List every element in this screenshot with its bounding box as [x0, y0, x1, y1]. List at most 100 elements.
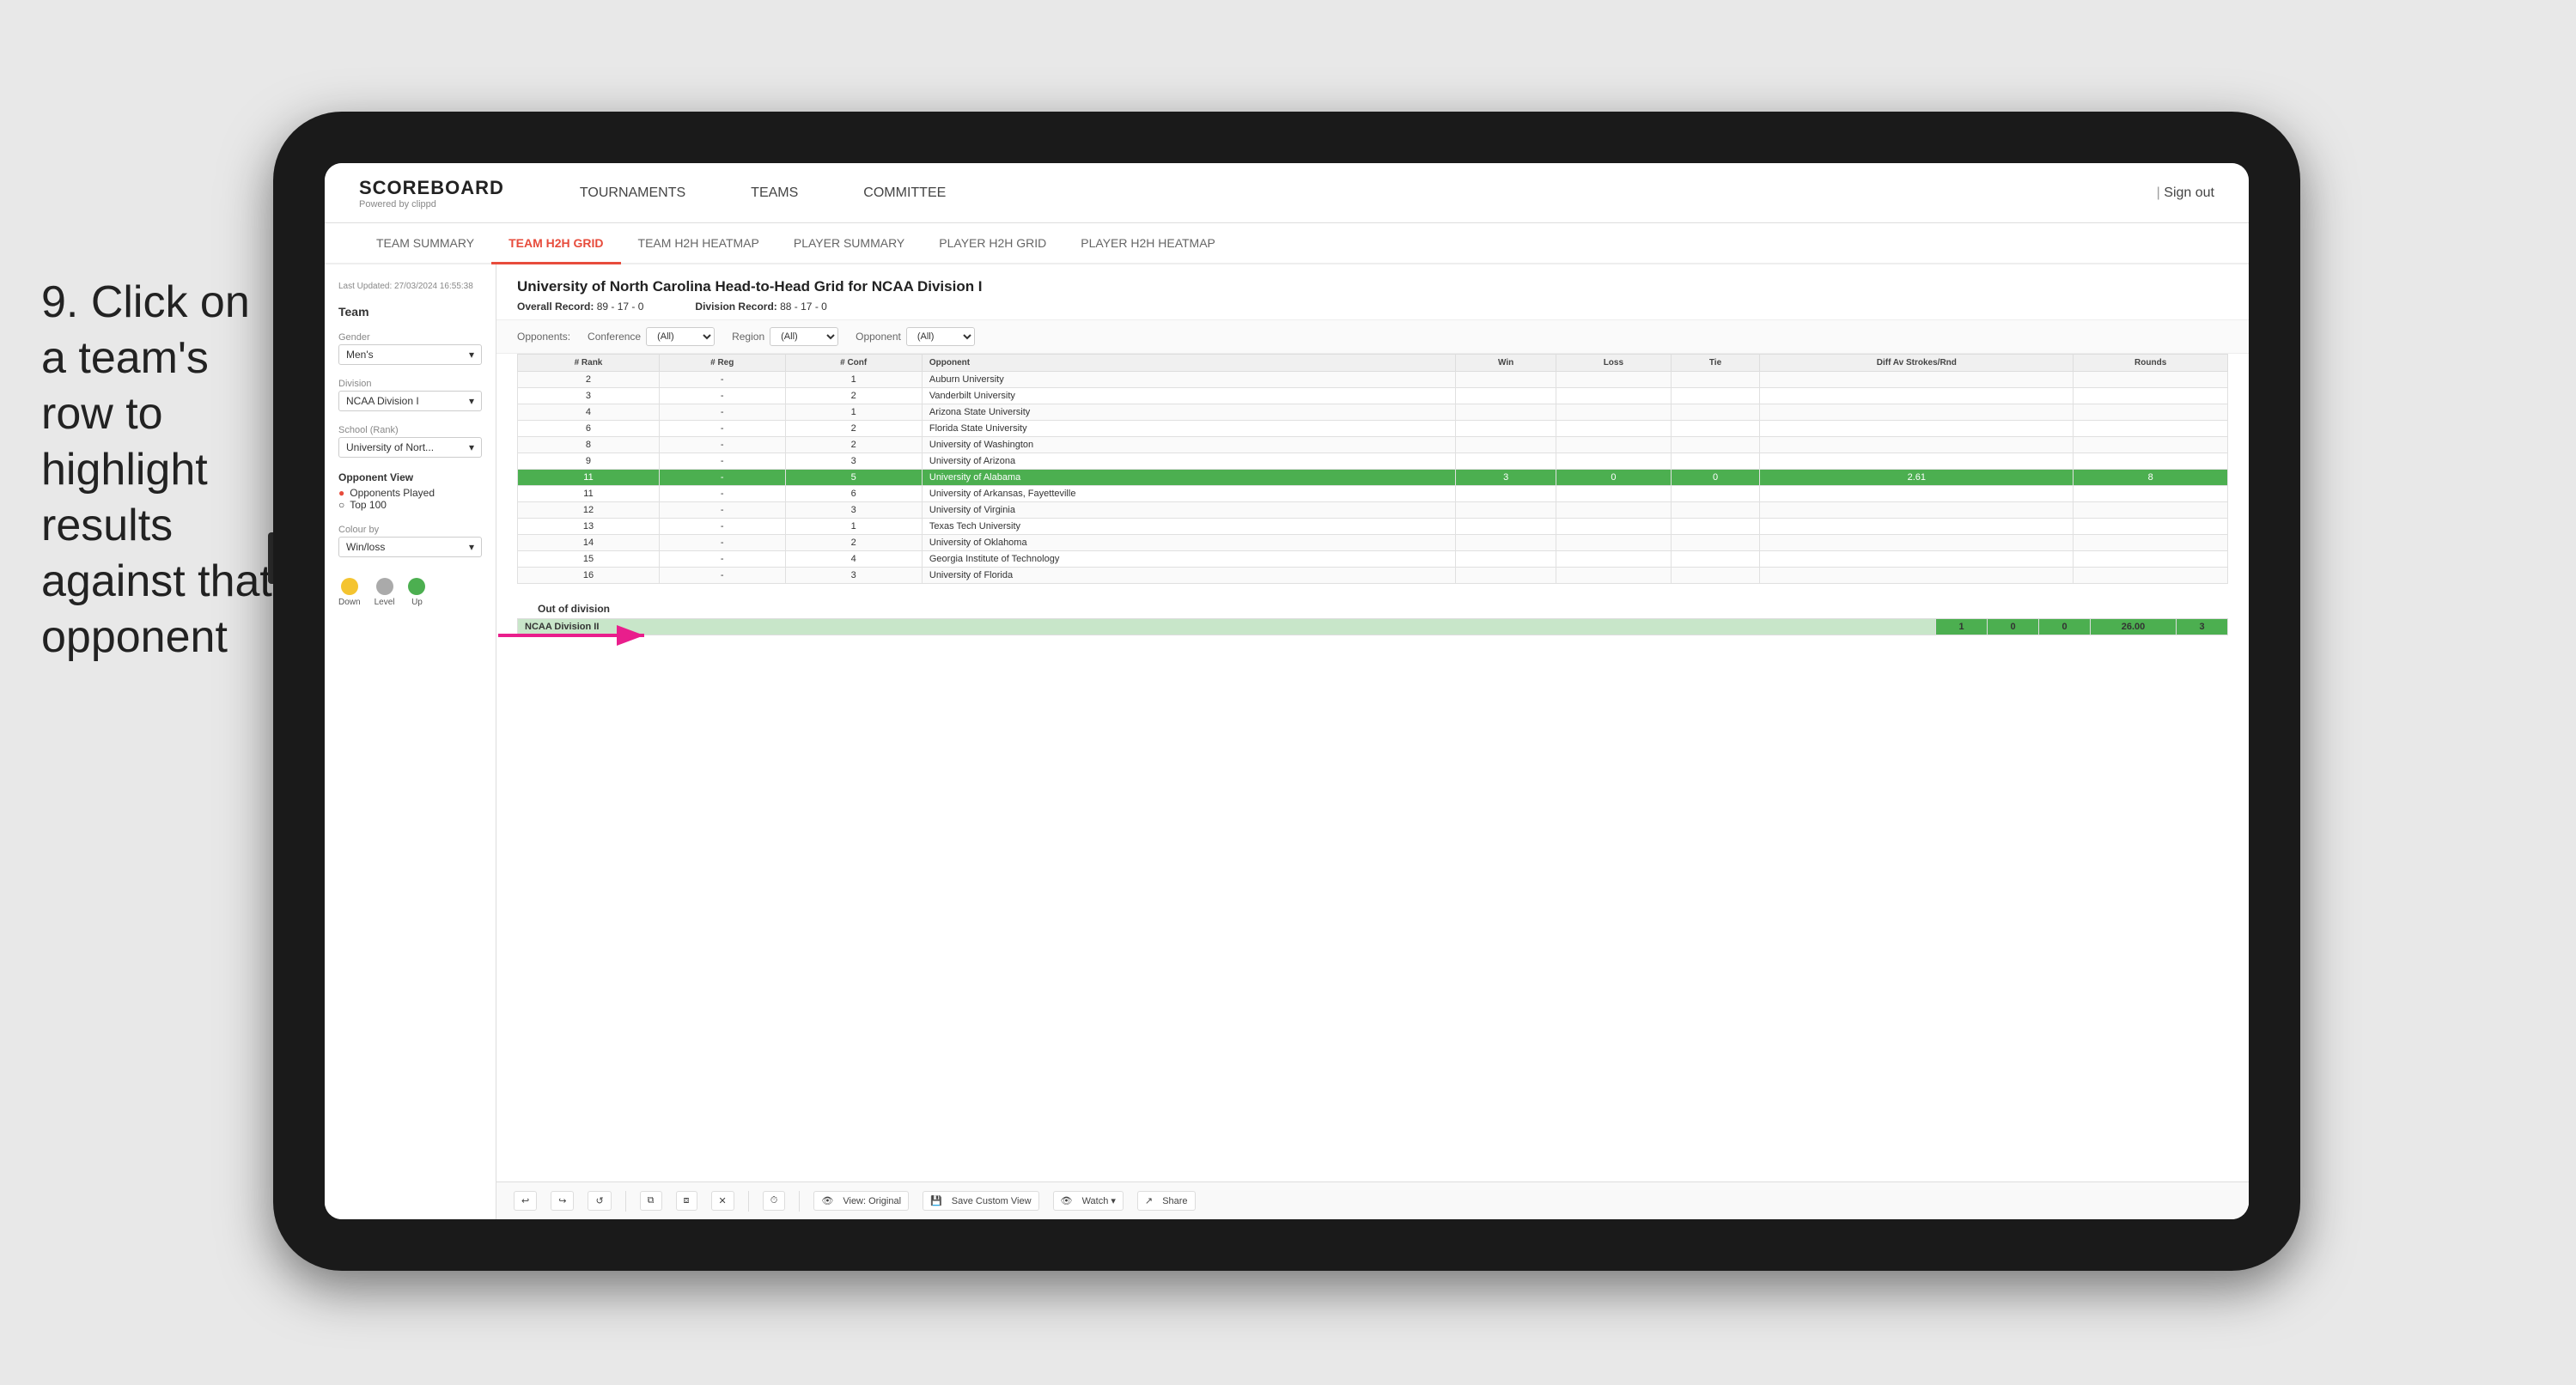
toolbar-sep3 — [799, 1191, 800, 1212]
tab-team-h2h-heatmap[interactable]: TEAM H2H HEATMAP — [621, 223, 776, 264]
toolbar-sep2 — [748, 1191, 749, 1212]
nav-tournaments[interactable]: TOURNAMENTS — [573, 163, 692, 223]
view-original-button[interactable]: 👁 View: Original — [813, 1191, 909, 1211]
h2h-table: # Rank # Reg # Conf Opponent Win Loss Ti… — [517, 354, 2228, 584]
table-cell — [1556, 437, 1672, 453]
save-custom-view-button[interactable]: 💾 Save Custom View — [923, 1191, 1039, 1211]
table-cell: 11 — [518, 486, 660, 502]
instruction-text: 9. Click on a team's row to highlight re… — [41, 275, 282, 665]
out-of-division-label: Out of division — [517, 594, 2228, 618]
school-field[interactable]: University of Nort... ▾ — [338, 437, 482, 458]
table-cell: - — [659, 519, 785, 535]
table-cell: 16 — [518, 568, 660, 584]
table-cell: 2.61 — [1760, 470, 2074, 486]
tab-player-summary[interactable]: PLAYER SUMMARY — [776, 223, 922, 264]
paste-button[interactable]: ⧈ — [676, 1191, 697, 1211]
table-row[interactable]: 11-6University of Arkansas, Fayetteville — [518, 486, 2228, 502]
nav-teams[interactable]: TEAMS — [744, 163, 805, 223]
grid-header: University of North Carolina Head-to-Hea… — [496, 264, 2249, 320]
colour-by-label: Colour by — [338, 525, 482, 535]
clear-button[interactable]: ✕ — [711, 1191, 734, 1211]
conference-label: Conference — [588, 331, 641, 343]
table-cell — [1671, 388, 1760, 404]
tab-team-summary[interactable]: TEAM SUMMARY — [359, 223, 491, 264]
radio-opponents-played[interactable]: ● Opponents Played — [338, 487, 482, 499]
table-cell: 15 — [518, 551, 660, 568]
radio-top100[interactable]: ○ Top 100 — [338, 499, 482, 511]
table-row[interactable]: 6-2Florida State University — [518, 421, 2228, 437]
table-cell — [1760, 486, 2074, 502]
table-cell — [1671, 519, 1760, 535]
school-label: School (Rank) — [338, 425, 482, 435]
opponent-select[interactable]: (All) — [906, 327, 975, 346]
tab-player-h2h-grid[interactable]: PLAYER H2H GRID — [922, 223, 1063, 264]
overall-record-label: Overall Record: 89 - 17 - 0 — [517, 301, 643, 313]
table-cell: 11 — [518, 470, 660, 486]
table-cell: - — [659, 470, 785, 486]
table-cell — [1456, 502, 1556, 519]
table-cell — [1556, 568, 1672, 584]
gender-field[interactable]: Men's ▾ — [338, 344, 482, 365]
table-cell: 14 — [518, 535, 660, 551]
table-container: # Rank # Reg # Conf Opponent Win Loss Ti… — [496, 354, 2249, 1182]
table-cell: 4 — [785, 551, 922, 568]
table-cell: 0 — [1556, 470, 1672, 486]
undo-button[interactable]: ↩ — [514, 1191, 537, 1211]
table-cell: Arizona State University — [922, 404, 1455, 421]
division-record-label: Division Record: 88 - 17 - 0 — [695, 301, 826, 313]
share-button[interactable]: ↗ Share — [1137, 1191, 1196, 1211]
table-cell — [1671, 535, 1760, 551]
out-of-division-row[interactable]: NCAA Division II 1 0 0 26.00 3 — [518, 619, 2228, 635]
table-row[interactable]: 8-2University of Washington — [518, 437, 2228, 453]
table-cell: 9 — [518, 453, 660, 470]
col-opponent: Opponent — [922, 355, 1455, 372]
revert-button[interactable]: ↺ — [588, 1191, 611, 1211]
colour-by-field[interactable]: Win/loss ▾ — [338, 537, 482, 557]
table-cell: Vanderbilt University — [922, 388, 1455, 404]
nav-committee[interactable]: COMMITTEE — [856, 163, 953, 223]
table-row[interactable]: 13-1Texas Tech University — [518, 519, 2228, 535]
col-diff: Diff Av Strokes/Rnd — [1760, 355, 2074, 372]
table-cell — [1556, 551, 1672, 568]
table-row[interactable]: 4-1Arizona State University — [518, 404, 2228, 421]
division-label: Division — [338, 379, 482, 389]
table-cell — [1456, 404, 1556, 421]
table-cell: - — [659, 372, 785, 388]
table-cell: Florida State University — [922, 421, 1455, 437]
table-cell: 1 — [785, 404, 922, 421]
sign-out-button[interactable]: | Sign out — [2157, 185, 2214, 201]
timer-button[interactable]: ⏱ — [763, 1191, 786, 1211]
table-row[interactable]: 9-3University of Arizona — [518, 453, 2228, 470]
watch-button[interactable]: 👁 Watch ▾ — [1053, 1191, 1124, 1211]
table-row[interactable]: 15-4Georgia Institute of Technology — [518, 551, 2228, 568]
sidebar: Last Updated: 27/03/2024 16:55:38 Team G… — [325, 264, 496, 1219]
conference-select[interactable]: (All) — [646, 327, 715, 346]
table-cell — [1760, 453, 2074, 470]
table-cell — [1760, 568, 2074, 584]
table-row[interactable]: 16-3University of Florida — [518, 568, 2228, 584]
table-row[interactable]: 12-3University of Virginia — [518, 502, 2228, 519]
table-row[interactable]: 3-2Vanderbilt University — [518, 388, 2228, 404]
logo-text: SCOREBOARD — [359, 177, 504, 199]
table-cell — [1556, 372, 1672, 388]
table-row[interactable]: 14-2University of Oklahoma — [518, 535, 2228, 551]
table-row[interactable]: 11-5University of Alabama3002.618 — [518, 470, 2228, 486]
division-field[interactable]: NCAA Division I ▾ — [338, 391, 482, 411]
tab-team-h2h-grid[interactable]: TEAM H2H GRID — [491, 223, 620, 264]
colour-by-section: Colour by Win/loss ▾ — [338, 525, 482, 557]
table-cell — [1760, 437, 2074, 453]
grid-filters: Opponents: Conference (All) Region (All) — [496, 320, 2249, 354]
sub-nav: TEAM SUMMARY TEAM H2H GRID TEAM H2H HEAT… — [325, 223, 2249, 264]
table-row[interactable]: 2-1Auburn University — [518, 372, 2228, 388]
redo-button[interactable]: ↪ — [551, 1191, 574, 1211]
col-rank: # Rank — [518, 355, 660, 372]
copy-button[interactable]: ⧉ — [640, 1191, 662, 1211]
table-cell — [1456, 421, 1556, 437]
table-cell — [1556, 486, 1672, 502]
region-select[interactable]: (All) — [770, 327, 838, 346]
tab-player-h2h-heatmap[interactable]: PLAYER H2H HEATMAP — [1063, 223, 1233, 264]
table-cell — [1760, 372, 2074, 388]
table-cell: - — [659, 535, 785, 551]
legend-area: Down Level Up — [338, 578, 482, 607]
table-cell — [1556, 421, 1672, 437]
